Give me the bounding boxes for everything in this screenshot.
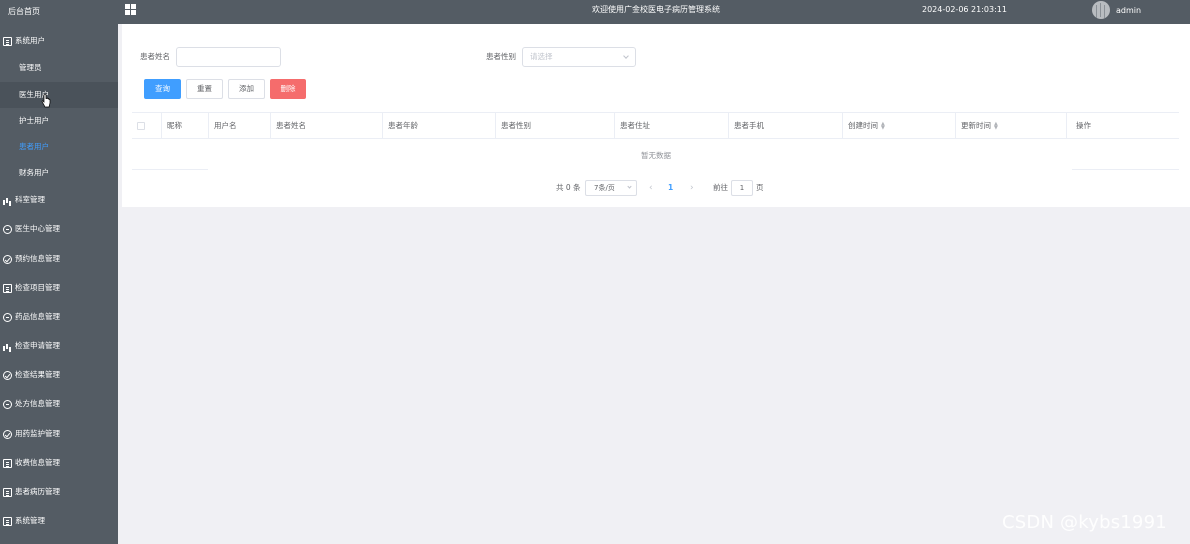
chat-icon [3,399,12,409]
sidebar-item-medical-records[interactable]: 患者病历管理 [0,479,118,505]
select-all-checkbox[interactable] [137,122,145,130]
sidebar-item-exam-items[interactable]: 检查项目管理 [0,275,118,301]
patient-gender-select[interactable]: 请选择 [522,47,636,67]
bar-chart-icon [3,342,12,351]
menu-group-system-users[interactable]: 系统用户 [0,28,118,54]
system-title: 欢迎使用广金校医电子病历管理系统 [592,5,720,14]
sidebar-item-doctor-center[interactable]: 医生中心管理 [0,216,118,242]
divider [1072,169,1179,170]
column-header-sortable[interactable]: 创建时间 ▲ ▼ [842,113,955,138]
check-circle-icon [3,429,12,439]
sort-icon[interactable]: ▲ ▼ [881,122,885,131]
document-icon [3,283,12,293]
patient-gender-label: 患者性别 [486,52,516,61]
goto-label: 前往 [713,183,728,192]
select-all-cell [132,113,161,138]
check-circle-icon [3,254,12,264]
check-circle-icon [3,370,12,380]
sidebar-item-nurse-users[interactable]: 护士用户 [0,108,118,134]
sidebar-item-patient-users[interactable]: 患者用户 [0,134,118,160]
sidebar-item-doctor-users[interactable]: 医生用户 [0,82,118,108]
divider [132,169,208,170]
grid-menu-icon[interactable] [125,4,136,15]
sidebar-home-link[interactable]: 后台首页 [0,0,118,24]
sidebar-item-medication-monitoring[interactable]: 用药监护管理 [0,421,118,447]
goto-page-input[interactable]: 1 [731,180,753,196]
page-unit-label: 页 [756,183,764,192]
current-user[interactable]: admin [1116,0,1141,22]
sidebar-item-admin[interactable]: 管理员 [0,55,118,81]
main-panel: 患者姓名 患者性别 请选择 查询 重置 添加 删除 昵称 用户名 患者姓名 患者… [122,24,1190,207]
current-page[interactable]: 1 [668,180,673,196]
document-icon [3,458,12,468]
document-icon [3,487,12,497]
delete-button[interactable]: 删除 [270,79,306,99]
patient-name-input[interactable] [176,47,281,67]
column-header: 用户名 [208,113,270,138]
sidebar: 后台首页 系统用户 管理员 医生用户 护士用户 患者用户 财务用户 科室管理 医… [0,0,118,544]
column-header: 患者姓名 [270,113,382,138]
top-header: 欢迎使用广金校医电子病历管理系统 2024-02-06 21:03:11 adm… [118,0,1190,24]
column-header: 患者年龄 [382,113,495,138]
table-header: 昵称 用户名 患者姓名 患者年龄 患者性别 患者住址 患者手机 创建时间 ▲ ▼ 更… [132,112,1179,139]
sidebar-item-system-management[interactable]: 系统管理 [0,508,118,534]
sort-icon[interactable]: ▲ ▼ [994,122,998,131]
add-button[interactable]: 添加 [228,79,265,99]
chevron-down-icon [627,184,632,189]
mouse-cursor-icon [41,94,51,108]
empty-table-text: 暂无数据 [641,151,671,160]
chevron-down-icon [623,53,629,59]
query-button[interactable]: 查询 [144,79,181,99]
column-header-sortable[interactable]: 更新时间 ▲ ▼ [955,113,1066,138]
bar-chart-icon [3,196,12,205]
sidebar-item-appointment[interactable]: 预约信息管理 [0,246,118,272]
sidebar-item-finance-users[interactable]: 财务用户 [0,160,118,186]
column-header: 患者住址 [614,113,728,138]
sidebar-item-drug-info[interactable]: 药品信息管理 [0,304,118,330]
document-icon [3,36,12,46]
avatar[interactable] [1092,1,1110,19]
chat-icon [3,312,12,322]
next-page-icon[interactable]: › [690,180,694,196]
sidebar-item-department[interactable]: 科室管理 [0,187,118,213]
current-datetime: 2024-02-06 21:03:11 [922,5,1007,14]
pagination-total: 共 0 条 [556,183,581,192]
column-header: 操作 [1066,113,1179,138]
sidebar-item-prescriptions[interactable]: 处方信息管理 [0,391,118,417]
column-header: 患者性别 [495,113,614,138]
page-size-select[interactable]: 7条/页 [585,180,637,196]
chat-icon [3,224,12,234]
watermark: CSDN @kybs1991 [1002,512,1167,533]
column-header: 昵称 [161,113,208,138]
prev-page-icon[interactable]: ‹ [649,180,653,196]
document-icon [3,516,12,526]
sidebar-item-exam-requests[interactable]: 检查申请管理 [0,333,118,359]
column-header: 患者手机 [728,113,842,138]
sidebar-item-billing[interactable]: 收费信息管理 [0,450,118,476]
sidebar-item-exam-results[interactable]: 检查结果管理 [0,362,118,388]
reset-button[interactable]: 重置 [186,79,223,99]
patient-name-label: 患者姓名 [140,52,170,61]
